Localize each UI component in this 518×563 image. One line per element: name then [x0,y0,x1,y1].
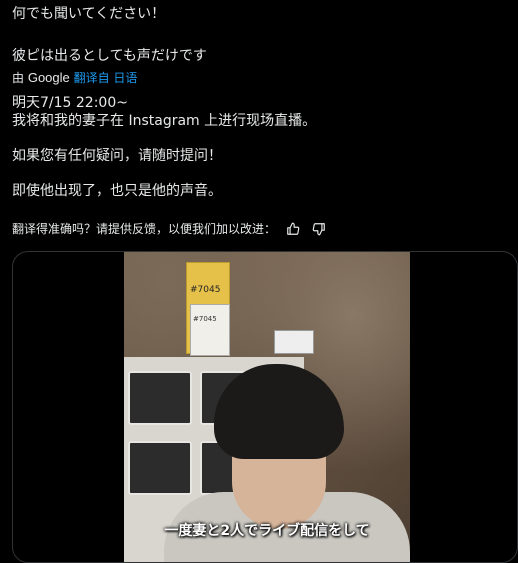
person-head [214,364,344,534]
video-frame[interactable]: #7045 #7045 一度妻と2人でライブ配信をして [124,252,410,562]
video-subtitle: 一度妻と2人でライブ配信をして [164,523,370,539]
white-box: #7045 [190,304,230,356]
original-text-line: 彼ピは出るとしても声だけです [12,48,207,64]
box-label: #7045 [193,315,217,323]
thumbs-up-icon[interactable] [284,220,302,238]
translation-feedback: 翻译得准确吗？请提供反馈，以便我们加以改进： [12,220,328,238]
translation-attribution: 由 Google 翻译自 日语 [12,70,137,86]
original-text-line: 何でも聞いてください！ [12,6,166,22]
thumbs-down-icon[interactable] [310,220,328,238]
translated-from-link[interactable]: 翻译自 日语 [74,71,138,85]
attribution-prefix: 由 [12,71,25,85]
person-hair [214,364,344,459]
translated-text-line: 如果您有任何疑问，请随时提问！ [12,148,222,164]
small-box [274,330,314,354]
drawer [128,371,192,425]
translated-text-line: 明天7/15 22:00~ [12,95,128,111]
translated-text-line: 我将和我的妻子在 Instagram 上进行现场直播。 [12,113,317,129]
box-label: #7045 [190,285,221,295]
google-label: Google [27,70,70,85]
drawer [128,441,192,495]
translated-text-line: 即使他出现了，也只是他的声音。 [12,183,222,199]
video-card[interactable]: #7045 #7045 一度妻と2人でライブ配信をして [12,251,518,563]
feedback-prompt: 翻译得准确吗？请提供反馈，以便我们加以改进： [12,222,277,236]
